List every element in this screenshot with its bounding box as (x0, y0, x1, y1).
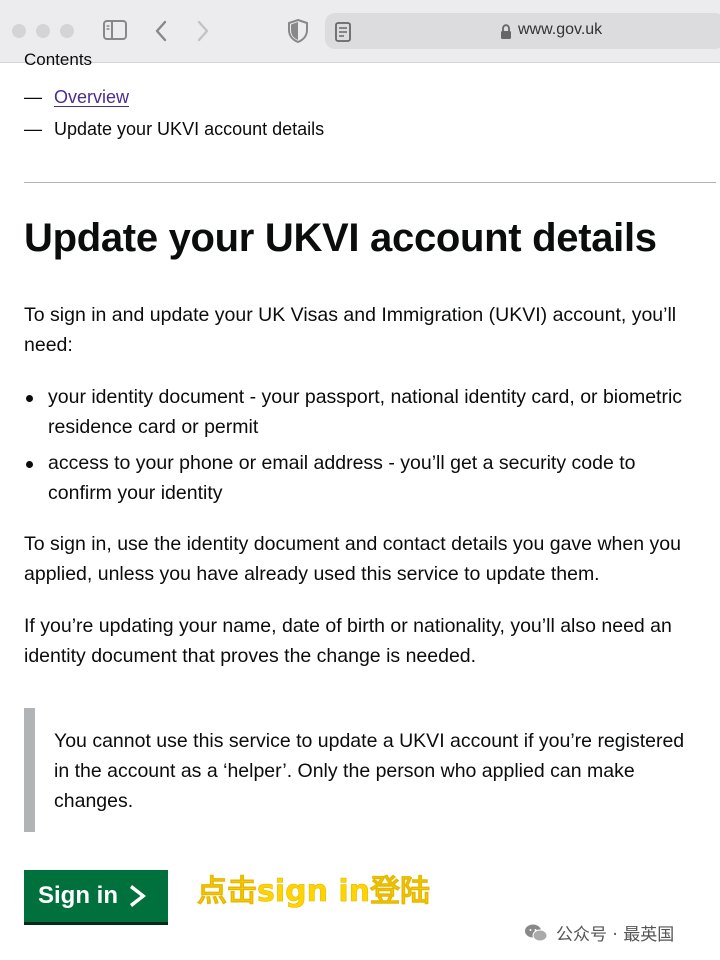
helper-warning-text: You cannot use this service to update a … (54, 730, 685, 812)
toc-dash: — (24, 119, 42, 139)
signin-paragraph: To sign in, use the identity document an… (24, 533, 681, 585)
intro-paragraph: To sign in and update your UK Visas and … (24, 304, 677, 356)
overview-link[interactable]: Overview (54, 87, 129, 108)
updating-paragraph: If you’re updating your name, date of bi… (24, 615, 672, 667)
toc-item-current: — Update your UKVI account details (24, 119, 324, 140)
back-arrow-icon[interactable] (154, 20, 168, 42)
sign-in-button[interactable]: Sign in (24, 870, 168, 922)
toc-current-label: Update your UKVI account details (54, 119, 325, 139)
inset-text-block: You cannot use this service to update a … (24, 708, 696, 832)
toc-dash: — (24, 87, 42, 107)
minimize-window-button[interactable] (36, 24, 50, 38)
url-text: www.gov.uk (518, 21, 603, 38)
zoom-window-button[interactable] (60, 24, 74, 38)
contents-heading: Contents (24, 50, 93, 69)
shield-icon[interactable] (288, 19, 308, 43)
wechat-icon (525, 924, 548, 941)
forward-arrow-icon[interactable] (196, 20, 210, 42)
watermark-text: 公众号 · 最英国 (556, 925, 675, 945)
toc-item-overview: — Overview (24, 87, 129, 108)
close-window-button[interactable] (12, 24, 26, 38)
sidebar-icon[interactable] (103, 20, 127, 40)
lock-icon (501, 24, 511, 39)
list-item: your identity document - your passport, … (24, 382, 704, 442)
browser-toolbar: www.gov.uk (0, 0, 720, 63)
page-title: Update your UKVI account details (24, 216, 657, 260)
annotation-overlay: 点击sign in登陆 (197, 874, 431, 910)
sign-in-label: Sign in (38, 882, 118, 909)
chevron-right-icon (130, 885, 146, 907)
list-item: access to your phone or email address - … (24, 448, 704, 508)
reader-icon[interactable] (335, 22, 351, 42)
requirements-list: your identity document - your passport, … (24, 382, 704, 514)
watermark: 公众号 · 最英国 (524, 920, 674, 945)
section-divider (24, 182, 716, 183)
